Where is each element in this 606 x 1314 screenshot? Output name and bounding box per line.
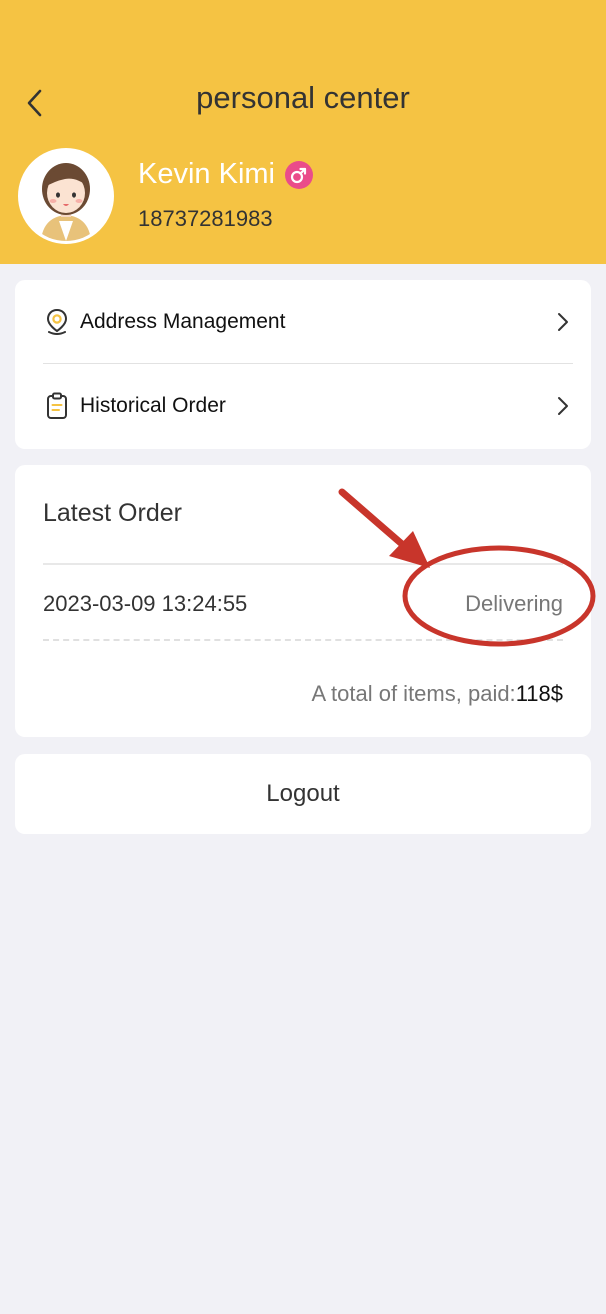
order-total-label: A total of items, paid: [311, 681, 516, 706]
order-status: Delivering [465, 591, 563, 616]
profile-header: personal center Kevin Kimi 18737281983 [0, 0, 606, 264]
menu-card: Address Management Historical Order [15, 280, 591, 449]
user-name-text: Kevin Kimi [138, 158, 275, 190]
historical-order-label: Historical Order [80, 394, 226, 417]
order-divider [43, 563, 563, 565]
address-management-item[interactable]: Address Management [15, 280, 591, 364]
latest-order-card[interactable]: Latest Order 2023-03-09 13:24:55 Deliver… [15, 465, 591, 737]
order-total-amount: 118$ [515, 681, 563, 706]
chevron-right-icon [555, 311, 571, 333]
logout-button[interactable]: Logout [15, 754, 591, 834]
page-title: personal center [196, 80, 410, 115]
order-dashed-divider [43, 639, 563, 641]
address-management-label: Address Management [80, 310, 286, 333]
location-pin-icon [43, 307, 71, 337]
user-phone: 18737281983 [138, 206, 273, 231]
male-gender-icon [285, 160, 313, 189]
chevron-right-icon [555, 395, 571, 417]
avatar[interactable] [18, 148, 114, 244]
clipboard-icon [43, 391, 71, 421]
order-time: 2023-03-09 13:24:55 [43, 591, 248, 616]
historical-order-item[interactable]: Historical Order [15, 364, 591, 448]
user-name: Kevin Kimi [138, 158, 313, 191]
latest-order-title: Latest Order [43, 499, 182, 527]
order-total: A total of items, paid:118$ [311, 681, 563, 707]
logout-label: Logout [266, 780, 340, 807]
